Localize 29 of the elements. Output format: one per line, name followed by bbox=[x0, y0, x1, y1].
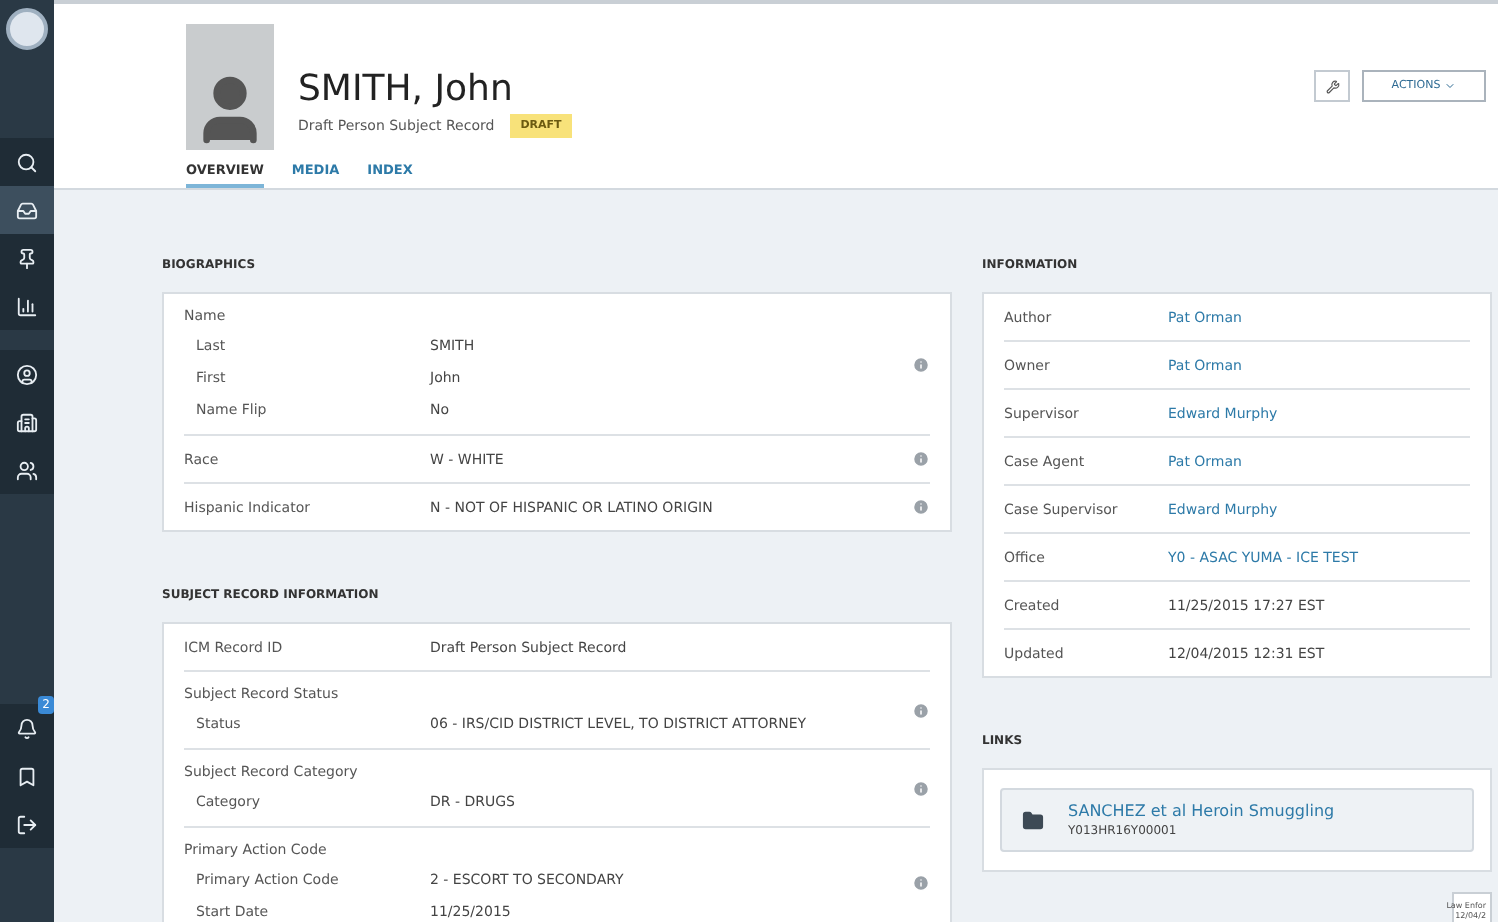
logout-icon bbox=[16, 813, 38, 835]
search-icon bbox=[16, 151, 38, 173]
people-icon bbox=[16, 459, 38, 481]
info-icon[interactable] bbox=[912, 498, 930, 516]
info-icon[interactable] bbox=[912, 701, 930, 719]
caret-icon bbox=[1444, 80, 1457, 92]
info-icon[interactable] bbox=[912, 355, 930, 373]
tool-button[interactable] bbox=[1314, 70, 1350, 102]
sidebar-button[interactable] bbox=[0, 138, 54, 186]
sidebar-button[interactable] bbox=[0, 800, 54, 848]
info-icon[interactable] bbox=[912, 450, 930, 468]
folder-icon bbox=[1022, 809, 1044, 831]
bookmark-icon bbox=[16, 765, 38, 787]
sidebar-button[interactable] bbox=[0, 446, 54, 494]
building-icon bbox=[16, 411, 38, 433]
sidebar-button[interactable] bbox=[0, 282, 54, 330]
bell-icon bbox=[16, 717, 38, 739]
sidebar-button[interactable] bbox=[0, 350, 54, 398]
pin-icon bbox=[16, 247, 38, 269]
info-icon[interactable] bbox=[912, 779, 930, 797]
info-icon[interactable] bbox=[912, 873, 930, 891]
inbox-icon bbox=[16, 199, 38, 221]
sidebar-button[interactable] bbox=[0, 186, 54, 234]
user-icon bbox=[16, 363, 38, 385]
sidebar-button[interactable] bbox=[0, 234, 54, 282]
wrench-icon bbox=[1325, 79, 1339, 93]
record-title: SMITH, John bbox=[298, 68, 515, 110]
photo-placeholder bbox=[186, 24, 274, 150]
bar-chart-icon bbox=[16, 295, 38, 317]
